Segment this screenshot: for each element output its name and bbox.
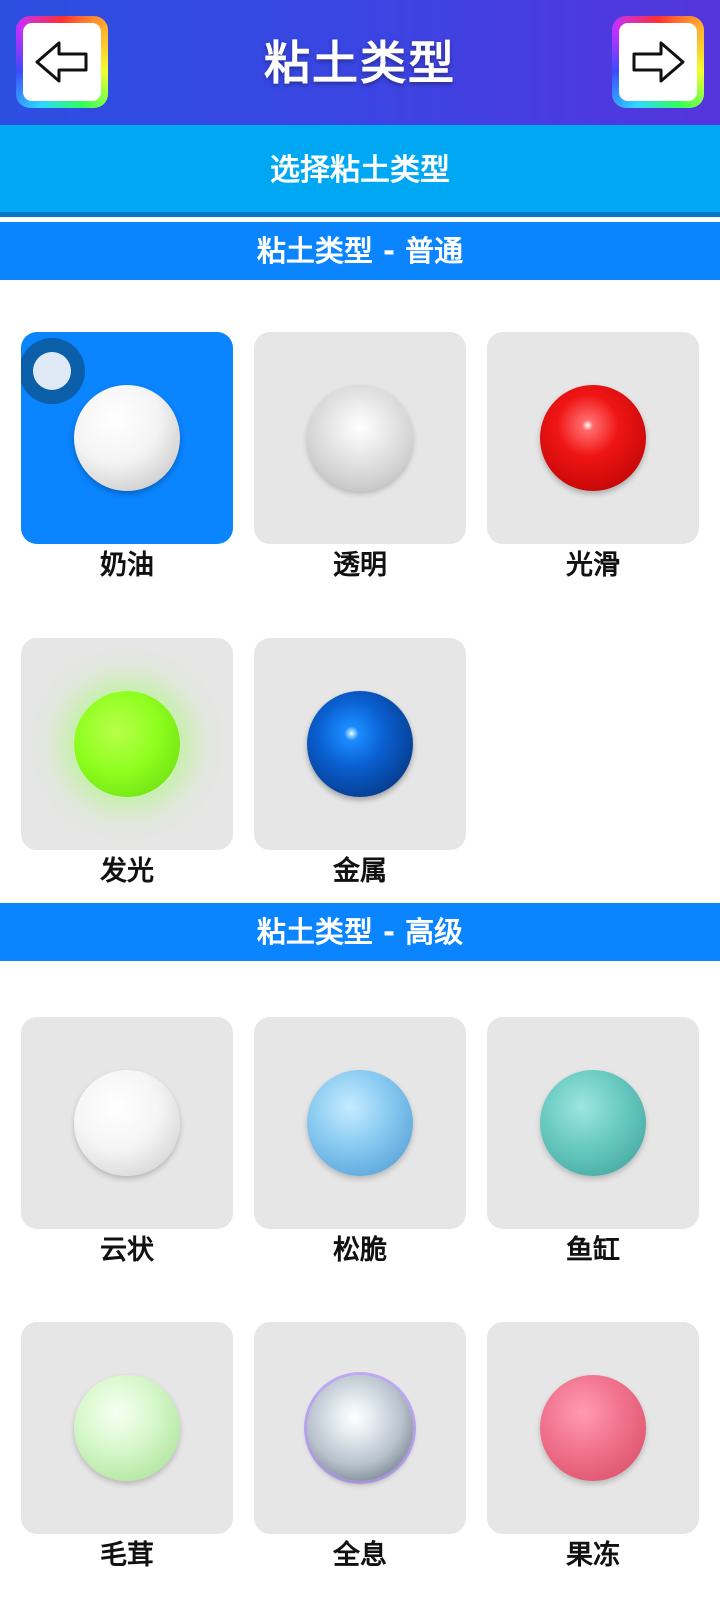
clay-option-fluffy[interactable] <box>21 1322 233 1534</box>
hologram-sphere-icon <box>307 1375 413 1481</box>
clay-option-smooth[interactable] <box>487 332 699 544</box>
arrow-left-icon <box>23 23 101 101</box>
cream-sphere-icon <box>74 385 180 491</box>
clay-option-fishbowl[interactable] <box>487 1017 699 1229</box>
clay-option-label: 果冻 <box>566 1540 620 1571</box>
transparent-sphere-icon <box>307 385 413 491</box>
clay-option-label: 奶油 <box>100 550 154 581</box>
clay-option-label: 鱼缸 <box>566 1235 620 1266</box>
clay-option-cloud[interactable] <box>21 1017 233 1229</box>
clay-option-label: 全息 <box>333 1540 387 1571</box>
page-title: 粘土类型 <box>264 36 456 90</box>
smooth-sphere-icon <box>540 385 646 491</box>
arrow-right-icon <box>619 23 697 101</box>
clay-option-metal[interactable] <box>254 638 466 850</box>
clay-option-cream[interactable] <box>21 332 233 544</box>
section-title-advanced: 粘土类型 - 高级 <box>0 903 720 961</box>
header-bar: 粘土类型 <box>0 0 720 125</box>
clay-option-jelly[interactable] <box>487 1322 699 1534</box>
clay-option-glow[interactable] <box>21 638 233 850</box>
forward-button[interactable] <box>612 16 704 108</box>
cloud-sphere-icon <box>74 1070 180 1176</box>
fluffy-sphere-icon <box>74 1375 180 1481</box>
clay-option-label: 光滑 <box>566 550 620 581</box>
metal-sphere-icon <box>307 691 413 797</box>
clay-option-label: 透明 <box>333 550 387 581</box>
fishbowl-sphere-icon <box>540 1070 646 1176</box>
glow-sphere-icon <box>74 691 180 797</box>
back-button[interactable] <box>16 16 108 108</box>
clay-option-transparent[interactable] <box>254 332 466 544</box>
clay-option-label: 发光 <box>100 856 154 887</box>
subheader-title: 选择粘土类型 <box>0 125 720 217</box>
clay-option-label: 松脆 <box>333 1235 387 1266</box>
clay-option-label: 金属 <box>333 856 387 887</box>
crunchy-sphere-icon <box>307 1070 413 1176</box>
section-title-normal: 粘土类型 - 普通 <box>0 222 720 280</box>
clay-option-hologram[interactable] <box>254 1322 466 1534</box>
selected-indicator-icon <box>21 338 85 404</box>
clay-option-label: 云状 <box>100 1235 154 1266</box>
clay-option-label: 毛茸 <box>100 1540 154 1571</box>
jelly-sphere-icon <box>540 1375 646 1481</box>
clay-option-crunchy[interactable] <box>254 1017 466 1229</box>
